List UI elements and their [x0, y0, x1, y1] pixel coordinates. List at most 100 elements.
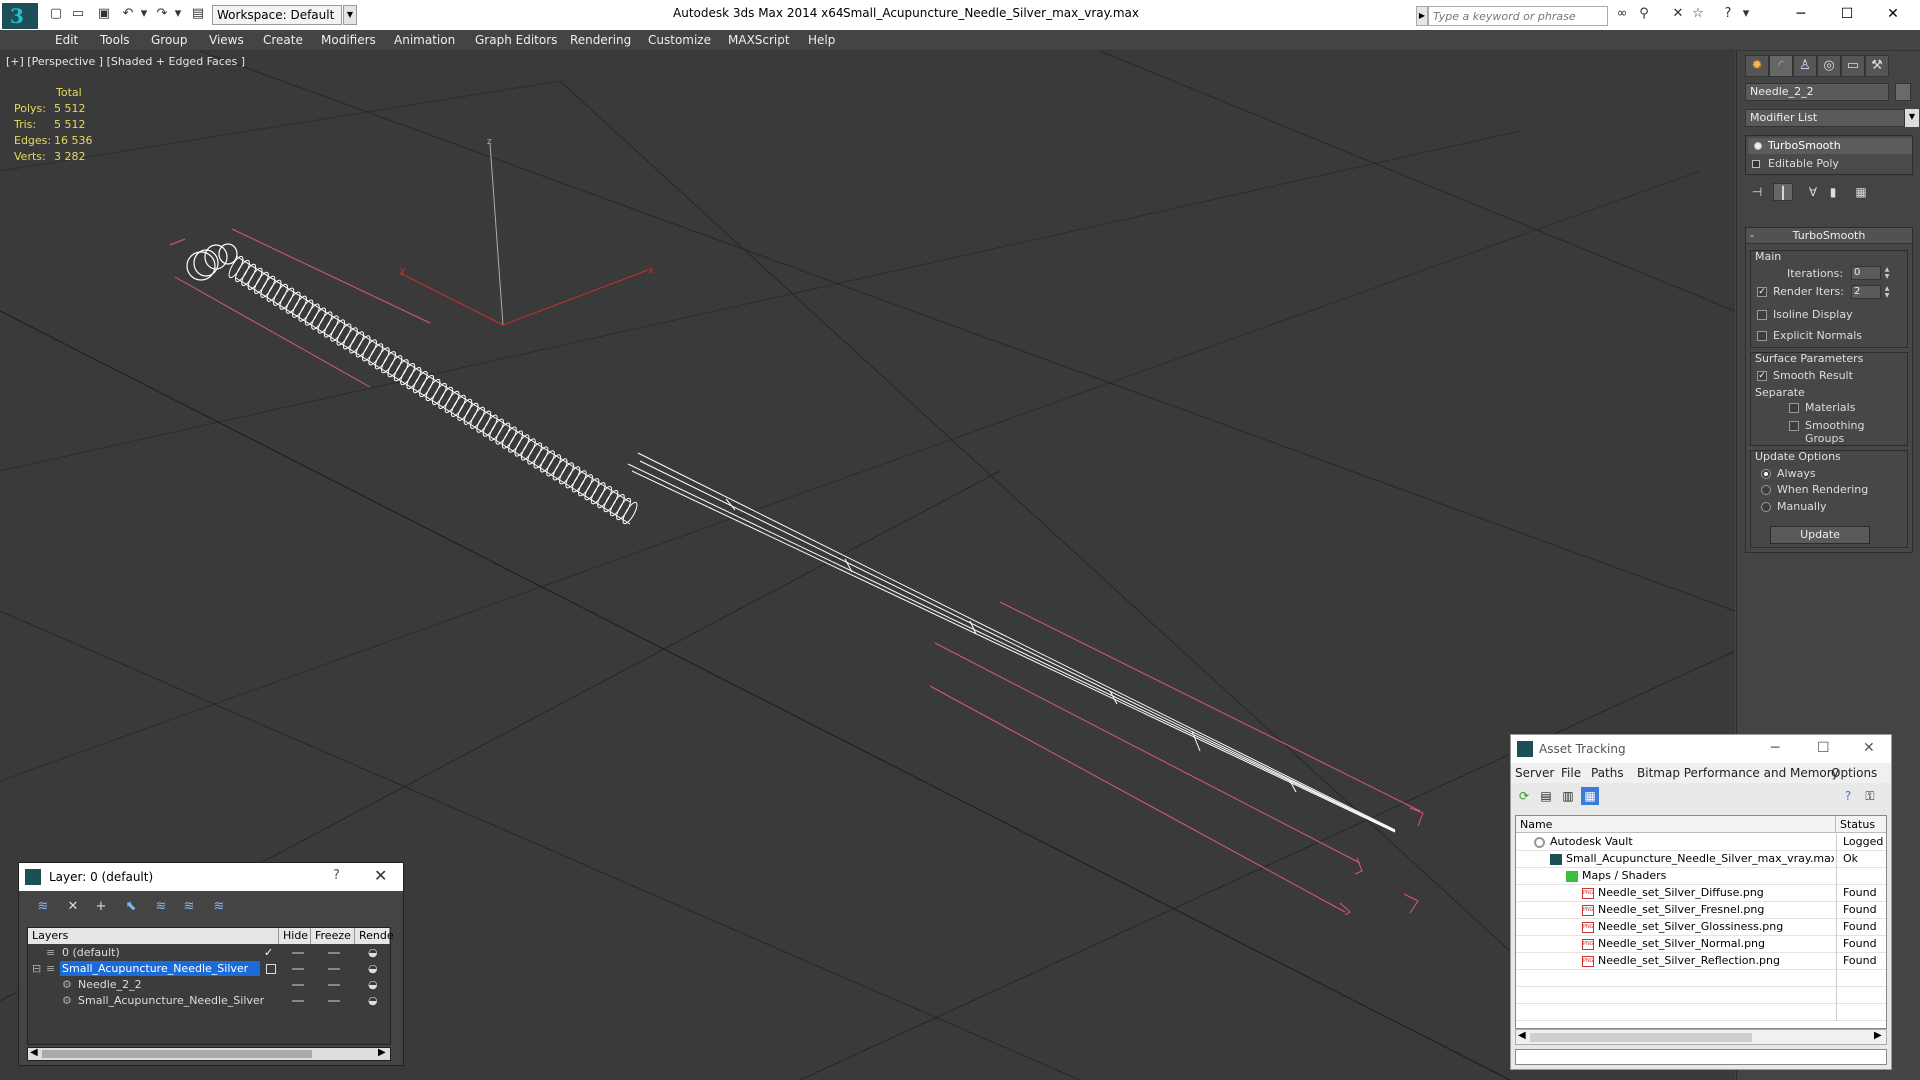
binoculars-icon[interactable]: ∞ — [1614, 6, 1630, 22]
minimize-icon[interactable]: ─ — [1771, 740, 1779, 756]
column-header-hide[interactable]: Hide — [279, 928, 311, 944]
freeze-all-layers-icon[interactable]: ≋ — [209, 897, 229, 917]
menu-tools[interactable]: Tools — [100, 32, 130, 48]
scroll-right-icon[interactable]: ▶ — [378, 1047, 386, 1058]
table-row[interactable]: Small_Acupuncture_Needle_Silver_max_vray… — [1516, 851, 1886, 868]
hide-all-layers-icon[interactable]: ≋ — [179, 897, 199, 917]
close-icon[interactable]: ✕ — [374, 866, 387, 885]
when-rendering-radio[interactable] — [1761, 485, 1771, 495]
new-file-icon[interactable]: ▢ — [48, 6, 64, 22]
menu-animation[interactable]: Animation — [394, 32, 455, 48]
search-input[interactable]: Type a keyword or phrase — [1428, 6, 1608, 26]
column-header-layers[interactable]: Layers — [28, 928, 279, 944]
scrollbar-thumb[interactable] — [1530, 1033, 1752, 1042]
scroll-left-icon[interactable]: ◀ — [30, 1047, 38, 1058]
menu-create[interactable]: Create — [263, 32, 303, 48]
vault-settings-icon[interactable]: ⚿ — [1861, 787, 1879, 805]
project-folder-icon[interactable]: ▤ — [190, 6, 206, 22]
table-view-icon[interactable]: ▦ — [1581, 787, 1599, 805]
rollout-header[interactable]: - TurboSmooth — [1746, 228, 1912, 244]
highlight-selected-icon[interactable]: ≋ — [151, 897, 171, 917]
collapse-icon[interactable]: ⊟ — [32, 961, 41, 976]
menu-customize[interactable]: Customize — [648, 32, 711, 48]
render-iters-checkbox[interactable]: ✓ — [1757, 287, 1767, 297]
favorites-star-icon[interactable]: ☆ — [1690, 6, 1706, 22]
hide-toggle[interactable] — [292, 968, 304, 970]
table-row[interactable]: ⚙ Small_Acupuncture_Needle_Silver ◒ — [28, 993, 390, 1009]
menu-views[interactable]: Views — [209, 32, 244, 48]
active-layer-check-icon[interactable]: ✓ — [264, 945, 273, 960]
search-expand-icon[interactable]: ▶ — [1416, 6, 1428, 26]
help-icon[interactable]: ? — [1839, 787, 1857, 805]
bulb-icon[interactable] — [1754, 142, 1762, 150]
show-end-result-icon[interactable]: ┃ — [1773, 183, 1793, 201]
table-row[interactable]: Autodesk Vault Logged O — [1516, 834, 1886, 851]
iterations-spinner[interactable]: 0 — [1851, 266, 1881, 280]
detail-view-icon[interactable]: ▥ — [1559, 787, 1577, 805]
manually-radio[interactable] — [1761, 502, 1771, 512]
app-logo-button[interactable]: 3 — [2, 3, 38, 29]
always-radio[interactable] — [1761, 469, 1771, 479]
smoothing-groups-checkbox[interactable] — [1789, 421, 1799, 431]
smooth-result-checkbox[interactable]: ✓ — [1757, 371, 1767, 381]
menu-paths[interactable]: Paths — [1591, 766, 1624, 780]
layer-dialog-titlebar[interactable]: Layer: 0 (default) ? ✕ — [19, 863, 403, 891]
menu-rendering[interactable]: Rendering — [570, 32, 631, 48]
asset-dialog-titlebar[interactable]: Asset Tracking ─ ☐ ✕ — [1511, 735, 1891, 763]
table-row[interactable]: PNG Needle_set_Silver_Normal.png Found — [1516, 936, 1886, 953]
maximize-icon[interactable]: ☐ — [1832, 3, 1862, 25]
materials-checkbox[interactable] — [1789, 403, 1799, 413]
table-row[interactable]: PNG Needle_set_Silver_Reflection.png Fou… — [1516, 953, 1886, 970]
add-to-layer-icon[interactable]: + — [91, 897, 111, 917]
list-view-icon[interactable]: ▤ — [1537, 787, 1555, 805]
table-row[interactable]: ≡ 0 (default) ✓ ◒ — [28, 945, 390, 961]
motion-tab-icon[interactable]: ◎ — [1817, 55, 1841, 77]
remove-modifier-icon[interactable]: ▮ — [1823, 183, 1843, 201]
column-header-render[interactable]: Rende — [355, 928, 394, 944]
spinner-arrows-icon[interactable]: ▲ ▼ — [1883, 285, 1891, 299]
redo-icon[interactable]: ↷ — [154, 6, 170, 22]
scroll-right-icon[interactable]: ▶ — [1874, 1030, 1882, 1041]
subscription-icon[interactable]: ⚲ — [1636, 6, 1652, 22]
table-row[interactable]: PNG Needle_set_Silver_Diffuse.png Found — [1516, 885, 1886, 902]
column-header-name[interactable]: Name — [1516, 816, 1836, 833]
object-color-swatch[interactable] — [1895, 83, 1911, 101]
open-folder-icon[interactable]: ▭ — [70, 6, 86, 22]
hide-toggle[interactable] — [292, 984, 304, 986]
table-row[interactable]: PNG Needle_set_Silver_Fresnel.png Found — [1516, 902, 1886, 919]
close-icon[interactable]: ✕ — [1863, 740, 1875, 756]
hide-toggle[interactable] — [292, 952, 304, 954]
stack-item-editable-poly[interactable]: Editable Poly — [1748, 156, 1912, 172]
column-header-status[interactable]: Status — [1836, 816, 1886, 833]
delete-layer-icon[interactable]: ✕ — [63, 897, 83, 917]
menu-modifiers[interactable]: Modifiers — [321, 32, 376, 48]
freeze-toggle[interactable] — [328, 984, 340, 986]
help-icon[interactable]: ? — [333, 868, 340, 883]
menu-group[interactable]: Group — [151, 32, 188, 48]
refresh-icon[interactable]: ⟳ — [1515, 787, 1533, 805]
chevron-down-icon[interactable]: ▼ — [1905, 109, 1919, 127]
communication-icon[interactable]: ✕ — [1670, 6, 1686, 22]
menu-bitmap-performance[interactable]: Bitmap Performance and Memory — [1637, 766, 1839, 780]
menu-file[interactable]: File — [1561, 766, 1581, 780]
maximize-icon[interactable]: ☐ — [1817, 740, 1830, 756]
explicit-normals-checkbox[interactable] — [1757, 331, 1767, 341]
column-header-freeze[interactable]: Freeze — [311, 928, 355, 944]
modifier-list-select[interactable]: Modifier List — [1745, 109, 1905, 127]
table-row[interactable]: PNG Needle_set_Silver_Glossiness.png Fou… — [1516, 919, 1886, 936]
object-name-input[interactable]: Needle_2_2 — [1745, 83, 1889, 101]
render-teapot-icon[interactable]: ◒ — [368, 977, 378, 992]
create-tab-icon[interactable]: ✹ — [1745, 55, 1769, 77]
display-tab-icon[interactable]: ▭ — [1841, 55, 1865, 77]
asset-path-field[interactable] — [1515, 1049, 1887, 1065]
stack-item-turbosmooth[interactable]: TurboSmooth — [1748, 138, 1912, 154]
table-row[interactable]: ⚙ Needle_2_2 ◒ — [28, 977, 390, 993]
close-icon[interactable]: ✕ — [1878, 3, 1908, 25]
hierarchy-tab-icon[interactable]: ♙ — [1793, 55, 1817, 77]
menu-edit[interactable]: Edit — [55, 32, 78, 48]
menu-options[interactable]: Options — [1831, 766, 1877, 780]
freeze-toggle[interactable] — [328, 968, 340, 970]
workspace-select[interactable]: Workspace: Default — [212, 5, 342, 25]
update-button[interactable]: Update — [1770, 526, 1870, 544]
menu-help[interactable]: Help — [808, 32, 835, 48]
